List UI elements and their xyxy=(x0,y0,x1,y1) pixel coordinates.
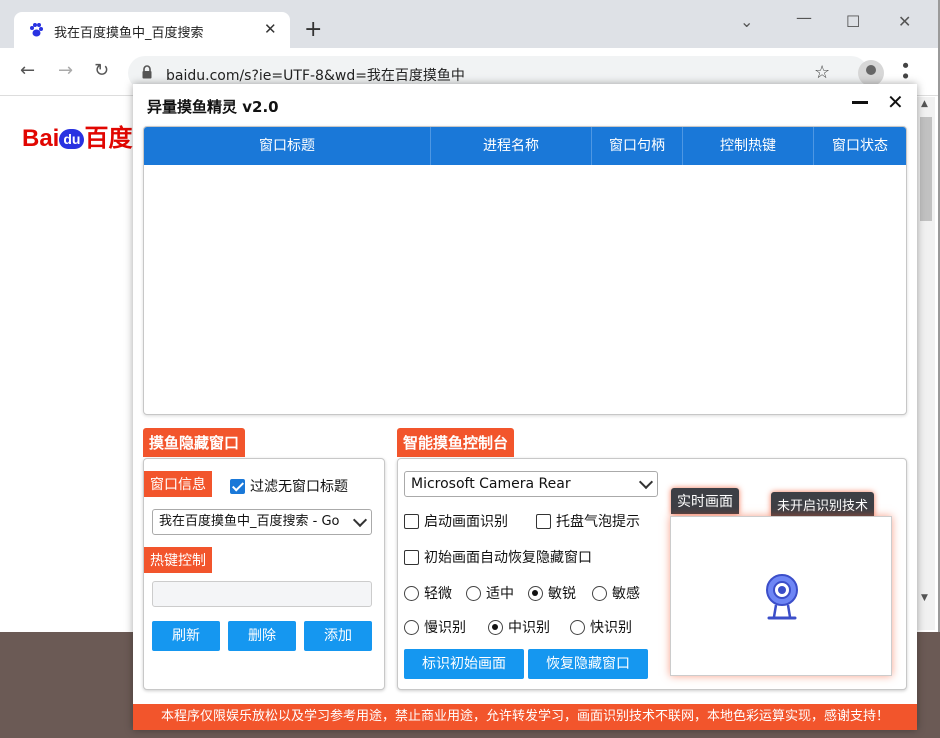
column-header-hotkey[interactable]: 控制热键 xyxy=(683,127,814,165)
window-restore-button[interactable]: ☐ xyxy=(846,12,860,31)
radio-selected-icon xyxy=(488,619,503,635)
page-scrollbar[interactable]: ▲ ▼ xyxy=(917,97,935,630)
radio-icon xyxy=(404,585,419,601)
reload-button[interactable]: ↻ xyxy=(94,62,109,80)
tab-close-icon[interactable]: ✕ xyxy=(264,20,277,38)
speed-radio-medium[interactable]: 中识别 xyxy=(488,617,550,637)
sensitivity-radio-moderate[interactable]: 适中 xyxy=(466,583,514,603)
window-info-tag: 窗口信息 xyxy=(144,471,212,497)
scroll-down-icon[interactable]: ▼ xyxy=(921,593,928,603)
refresh-button[interactable]: 刷新 xyxy=(152,621,220,651)
tray-bubble-checkbox[interactable]: 托盘气泡提示 xyxy=(536,511,640,531)
app-window: 异量摸鱼精灵 v2.0 ✕ 窗口标题 进程名称 窗口句柄 控制热键 窗口状态 摸… xyxy=(133,84,917,730)
url-text: baidu.com/s?ie=UTF-8&wd=我在百度摸鱼中 xyxy=(166,68,465,84)
speed-radio-slow[interactable]: 慢识别 xyxy=(404,617,466,637)
webcam-icon xyxy=(766,574,798,620)
chevron-down-icon xyxy=(638,474,654,490)
radio-icon xyxy=(404,619,419,635)
bookmark-star-icon[interactable]: ☆ xyxy=(814,62,830,83)
column-header-window-handle[interactable]: 窗口句柄 xyxy=(592,127,683,165)
window-minimize-button[interactable]: — xyxy=(796,8,812,27)
tab-title: 我在百度摸鱼中_百度搜索 xyxy=(54,26,204,41)
hotkey-input[interactable] xyxy=(152,581,372,607)
checkbox-icon xyxy=(404,513,419,529)
hide-panel-title: 摸鱼隐藏窗口 xyxy=(143,428,246,457)
scrollbar-thumb[interactable] xyxy=(920,117,932,221)
window-select[interactable]: 我在百度摸鱼中_百度搜索 - Go xyxy=(152,509,372,535)
radio-icon xyxy=(570,619,585,635)
checkbox-icon xyxy=(404,549,419,565)
mark-initial-frame-button[interactable]: 标识初始画面 xyxy=(404,649,524,679)
checkbox-checked-icon xyxy=(230,478,245,494)
filter-untitled-checkbox[interactable]: 过滤无窗口标题 xyxy=(230,476,348,496)
delete-button[interactable]: 删除 xyxy=(228,621,296,651)
profile-avatar[interactable] xyxy=(858,60,884,86)
sensitivity-radio-light[interactable]: 轻微 xyxy=(404,583,452,603)
window-close-button[interactable]: ✕ xyxy=(898,12,911,31)
browser-tab[interactable]: 我在百度摸鱼中_百度搜索 ✕ xyxy=(14,12,290,48)
live-preview-area xyxy=(670,516,892,676)
smart-panel-title: 智能摸鱼控制台 xyxy=(397,428,515,457)
radio-icon xyxy=(466,585,481,601)
app-title: 异量摸鱼精灵 v2.0 xyxy=(147,98,279,116)
baidu-paw-icon xyxy=(30,23,43,37)
restore-hidden-windows-button[interactable]: 恢复隐藏窗口 xyxy=(528,649,648,679)
live-preview-tag: 实时画面 xyxy=(671,488,739,514)
back-button[interactable]: ← xyxy=(20,62,35,80)
app-minimize-button[interactable] xyxy=(851,92,869,110)
sensitivity-radio-sensitive[interactable]: 敏感 xyxy=(592,583,640,603)
scroll-up-icon[interactable]: ▲ xyxy=(921,99,928,109)
hotkey-tag: 热键控制 xyxy=(144,547,212,573)
chevron-down-icon xyxy=(352,512,368,528)
table-header: 窗口标题 进程名称 窗口句柄 控制热键 窗口状态 xyxy=(144,127,906,165)
hide-window-panel: 窗口信息 过滤无窗口标题 我在百度摸鱼中_百度搜索 - Go 热键控制 刷新 删… xyxy=(143,458,385,690)
column-header-window-status[interactable]: 窗口状态 xyxy=(814,127,906,165)
radio-icon xyxy=(592,585,607,601)
tab-strip: 我在百度摸鱼中_百度搜索 ✕ + ⌄ — ☐ ✕ xyxy=(0,0,938,48)
recognition-status-tag: 未开启识别技术 xyxy=(771,492,875,517)
speed-radio-fast[interactable]: 快识别 xyxy=(570,617,632,637)
camera-select[interactable]: Microsoft Camera Rear xyxy=(404,471,658,497)
add-button[interactable]: 添加 xyxy=(304,621,372,651)
chevron-down-icon[interactable]: ⌄ xyxy=(740,12,753,31)
new-tab-button[interactable]: + xyxy=(304,19,322,41)
app-close-button[interactable]: ✕ xyxy=(887,90,904,114)
window-list-table[interactable]: 窗口标题 进程名称 窗口句柄 控制热键 窗口状态 xyxy=(143,126,907,415)
column-header-window-title[interactable]: 窗口标题 xyxy=(144,127,431,165)
checkbox-icon xyxy=(536,513,551,529)
footer-notice: 本程序仅限娱乐放松以及学习参考用途，禁止商业用途，允许转发学习，画面识别技术不联… xyxy=(133,704,917,730)
lock-icon xyxy=(142,65,152,79)
auto-restore-checkbox[interactable]: 初始画面自动恢复隐藏窗口 xyxy=(404,547,592,567)
column-header-process-name[interactable]: 进程名称 xyxy=(431,127,592,165)
start-recognition-checkbox[interactable]: 启动画面识别 xyxy=(404,511,508,531)
forward-button[interactable]: → xyxy=(58,62,73,80)
sensitivity-radio-sharp[interactable]: 敏锐 xyxy=(528,583,576,603)
radio-selected-icon xyxy=(528,585,543,601)
baidu-logo: Bai du 百度 xyxy=(22,125,133,152)
